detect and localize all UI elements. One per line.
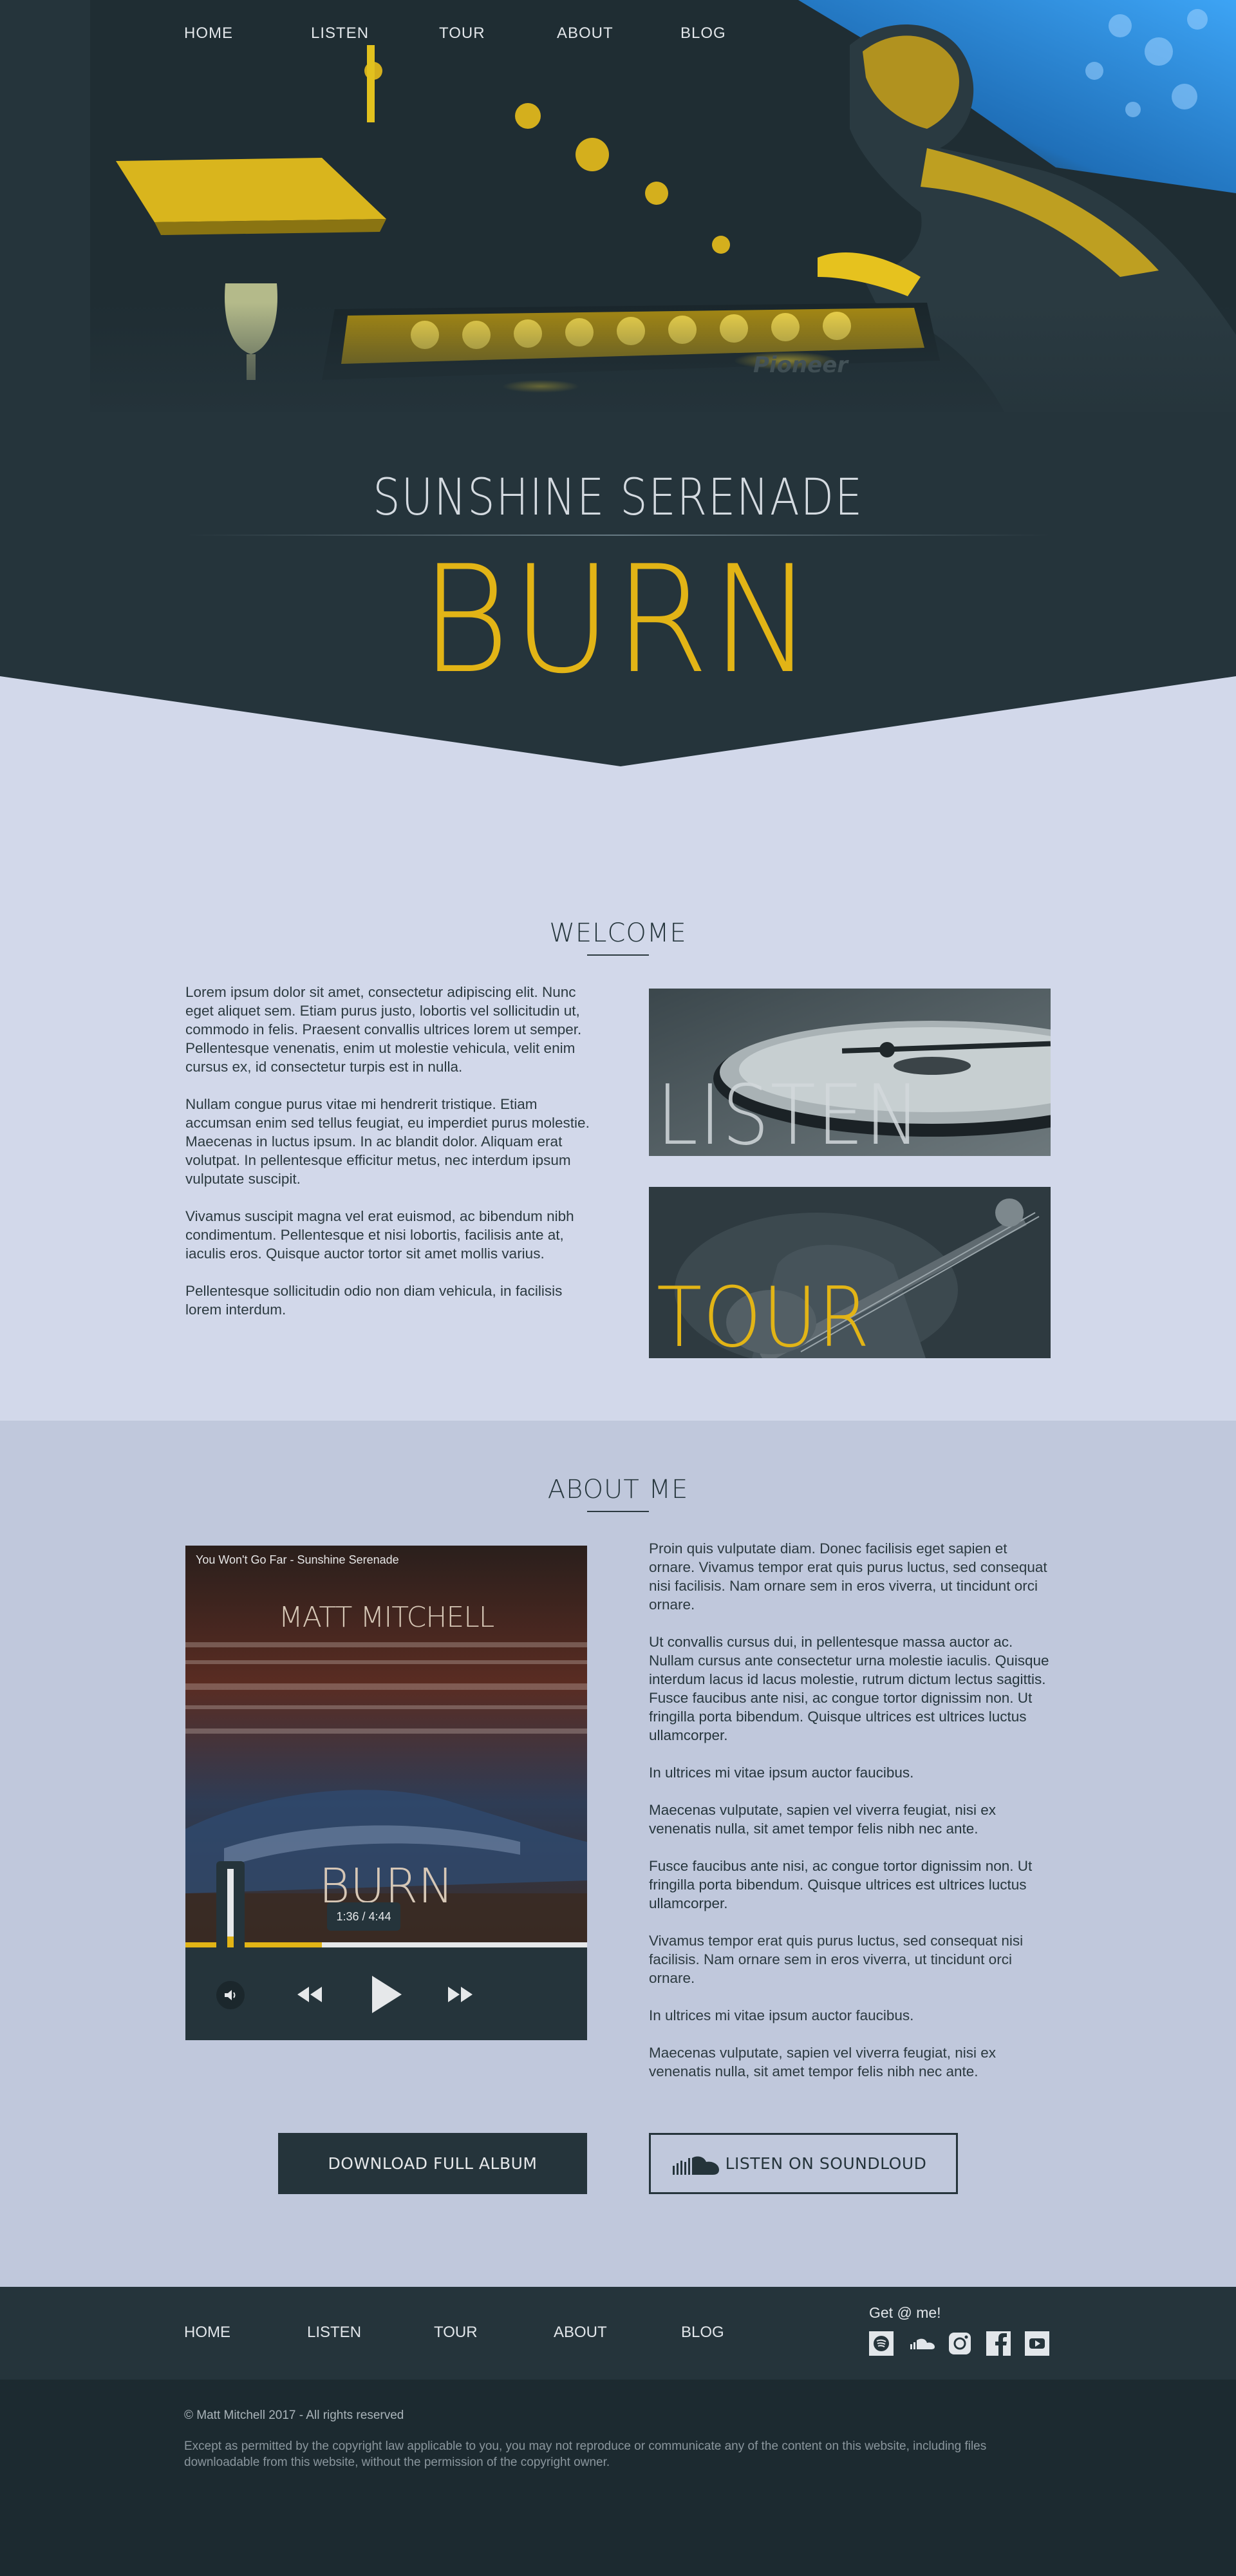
about-paragraph: Maecenas vulputate, sapien vel viverra f… — [649, 1802, 997, 1837]
hero-section: Pioneer HOME LISTEN TOUR ABOUT BLOG SUNS… — [0, 0, 1236, 766]
about-paragraph: In ultrices mi vitae ipsum auctor faucib… — [649, 1765, 914, 1781]
about-paragraph: Proin quis vulputate diam. Donec facilis… — [649, 1540, 1047, 1613]
get-at-me-label: Get @ me! — [869, 2304, 941, 2321]
rewind-icon[interactable] — [295, 1985, 324, 2004]
footer-nav-home[interactable]: HOME — [184, 2324, 230, 2342]
speaker-icon — [225, 1990, 236, 2000]
spotify-icon[interactable] — [869, 2331, 894, 2356]
tour-tile-label: TOUR — [657, 1270, 871, 1359]
welcome-paragraph: Lorem ipsum dolor sit amet, consectetur … — [185, 984, 582, 1075]
player-controls — [185, 1947, 587, 2040]
soundcloud-icon — [673, 2156, 719, 2175]
volume-button[interactable] — [216, 1981, 245, 2009]
about-paragraph: Vivamus tempor erat quis purus luctus, s… — [649, 1933, 1024, 1986]
about-paragraph: Fusce faucibus ante nisi, ac congue tort… — [649, 1858, 1033, 1911]
listen-tile-label: LISTEN — [657, 1068, 922, 1157]
nav-tour[interactable]: TOUR — [439, 24, 557, 43]
soundcloud-button[interactable]: LISTEN ON SOUNDLOUD — [649, 2133, 958, 2194]
welcome-paragraph: Nullam congue purus vitae mi hendrerit t… — [185, 1096, 590, 1187]
footer-nav-about[interactable]: ABOUT — [554, 2324, 607, 2342]
tour-tile[interactable]: TOUR — [649, 1187, 1051, 1358]
album-artist: MATT MITCHELL — [278, 1601, 495, 1634]
download-album-button[interactable]: DOWNLOAD FULL ALBUM — [278, 2133, 587, 2194]
about-title: ABOUT ME — [547, 1475, 689, 1504]
welcome-paragraph: Pellentesque sollicitudin odio non diam … — [185, 1283, 563, 1318]
about-text: Proin quis vulputate diam. Donec facilis… — [649, 1539, 1053, 2099]
top-nav: HOME LISTEN TOUR ABOUT BLOG — [184, 24, 726, 43]
welcome-title-rule — [587, 954, 649, 956]
hero-subtitle: SUNSHINE SERENADE — [373, 469, 863, 527]
progress-track[interactable] — [185, 1942, 587, 1947]
about-paragraph: In ultrices mi vitae ipsum auctor faucib… — [649, 2007, 914, 2023]
soundcloud-button-label: LISTEN ON SOUNDLOUD — [725, 2154, 927, 2173]
about-paragraph: Maecenas vulputate, sapien vel viverra f… — [649, 2045, 997, 2079]
play-icon[interactable] — [368, 1975, 403, 2014]
nav-blog[interactable]: BLOG — [680, 24, 726, 43]
legal-text: Except as permitted by the copyright law… — [184, 2439, 987, 2469]
progress-fill — [185, 1942, 323, 1947]
welcome-text: Lorem ipsum dolor sit amet, consectetur … — [185, 983, 590, 1338]
copyright-text: © Matt Mitchell 2017 - All rights reserv… — [184, 2409, 404, 2422]
now-playing-label: You Won't Go Far - Sunshine Serenade — [196, 1553, 399, 1566]
youtube-icon[interactable] — [1025, 2331, 1049, 2356]
fast-forward-icon[interactable] — [445, 1985, 475, 2004]
time-tooltip: 1:36 / 4:44 — [327, 1902, 400, 1931]
nav-home[interactable]: HOME — [184, 24, 311, 43]
music-player: You Won't Go Far - Sunshine Serenade MAT… — [185, 1546, 587, 2040]
footer-nav-blog[interactable]: BLOG — [681, 2324, 724, 2342]
listen-tile[interactable]: LISTEN — [649, 989, 1051, 1156]
nav-about[interactable]: ABOUT — [557, 24, 680, 43]
footer-nav-tour[interactable]: TOUR — [434, 2324, 478, 2342]
nav-listen[interactable]: LISTEN — [311, 24, 439, 43]
instagram-icon[interactable] — [948, 2331, 972, 2356]
facebook-icon[interactable] — [986, 2331, 1011, 2356]
hero-chevron — [0, 674, 1236, 766]
about-paragraph: Ut convallis cursus dui, in pellentesque… — [649, 1634, 1049, 1743]
footer-nav-listen[interactable]: LISTEN — [307, 2324, 361, 2342]
about-title-rule — [587, 1511, 649, 1512]
hero-fade — [0, 303, 1236, 431]
welcome-title: WELCOME — [549, 918, 687, 948]
welcome-paragraph: Vivamus suscipit magna vel erat euismod,… — [185, 1208, 574, 1262]
soundcloud-icon[interactable] — [908, 2331, 936, 2356]
